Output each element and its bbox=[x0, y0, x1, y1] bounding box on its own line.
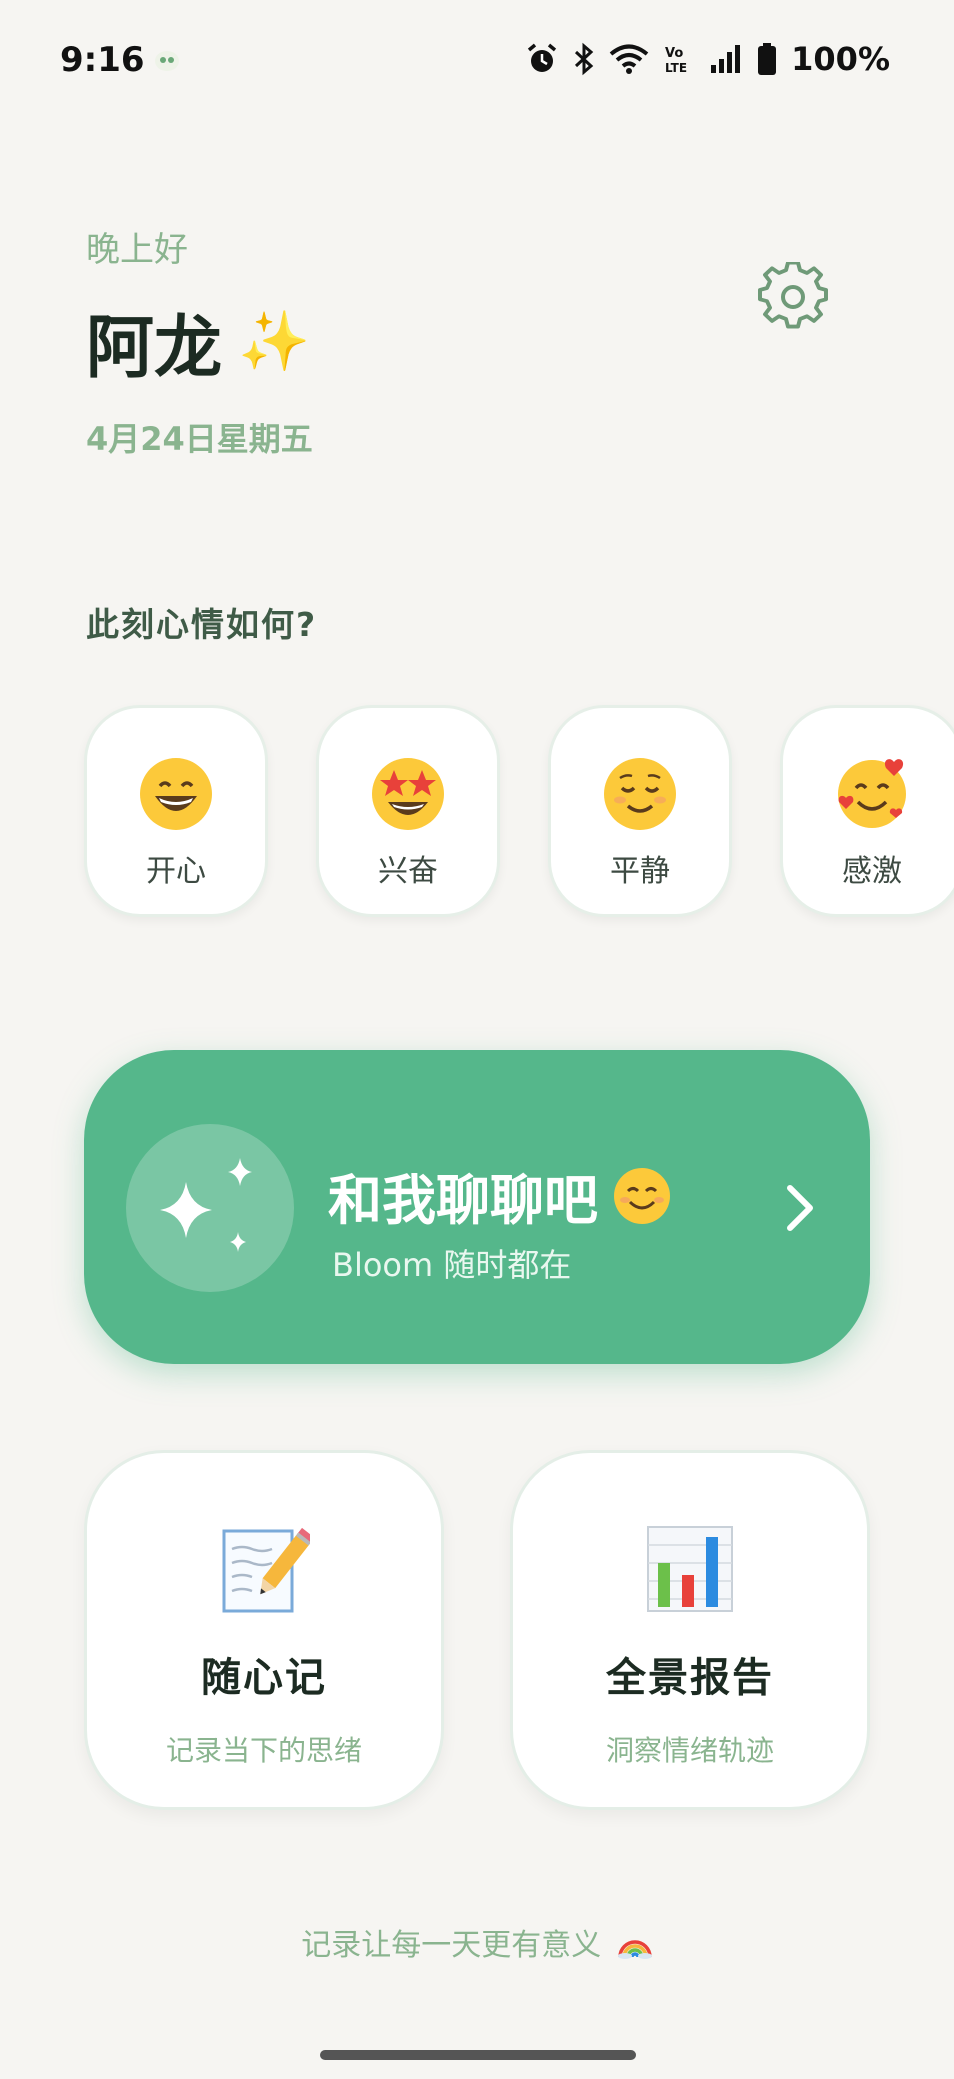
chat-title-text: 和我聊聊吧 bbox=[328, 1169, 598, 1232]
user-name-text: 阿龙 bbox=[86, 309, 223, 388]
mood-card-excited[interactable]: 兴奋 bbox=[316, 705, 500, 917]
relieved-face-icon bbox=[604, 758, 676, 830]
journal-card[interactable]: 随心记 记录当下的思绪 bbox=[84, 1450, 444, 1810]
settings-gear-icon[interactable] bbox=[758, 262, 828, 332]
mood-card-grateful[interactable]: 感激 bbox=[780, 705, 954, 917]
mood-label: 平静 bbox=[610, 854, 670, 889]
user-name: 阿龙 ✨ bbox=[86, 292, 310, 391]
wifi-icon bbox=[609, 44, 649, 74]
home-indicator[interactable] bbox=[320, 2050, 636, 2060]
mood-card-happy[interactable]: 开心 bbox=[84, 705, 268, 917]
notification-app-icon bbox=[155, 51, 179, 71]
chat-card[interactable]: 和我聊聊吧 Bloom 随时都在 bbox=[84, 1050, 870, 1364]
chat-title: 和我聊聊吧 bbox=[328, 1156, 672, 1235]
svg-text:LTE: LTE bbox=[665, 61, 687, 75]
mood-label: 兴奋 bbox=[378, 854, 438, 889]
sparkles-icon bbox=[160, 1158, 252, 1252]
battery-icon bbox=[758, 43, 777, 75]
mood-label: 感激 bbox=[842, 854, 902, 889]
feature-title: 随心记 bbox=[201, 1655, 327, 1701]
svg-text:Vo: Vo bbox=[665, 46, 683, 61]
footer-text: 记录让每一天更有意义 bbox=[301, 1928, 602, 1963]
grinning-face-icon bbox=[140, 758, 212, 830]
memo-icon bbox=[222, 1527, 310, 1613]
sparkles-icon: ✨ bbox=[238, 307, 311, 375]
alarm-icon bbox=[528, 43, 557, 72]
rainbow-icon bbox=[617, 1940, 652, 1959]
mood-card-calm[interactable]: 平静 bbox=[548, 705, 732, 917]
chat-subtitle: Bloom 随时都在 bbox=[332, 1246, 572, 1284]
battery-percent: 100% bbox=[791, 40, 890, 78]
signal-icon bbox=[711, 45, 741, 73]
status-time: 9:16 bbox=[60, 40, 145, 80]
mood-question: 此刻心情如何? bbox=[86, 605, 318, 644]
chevron-right-icon bbox=[787, 1185, 813, 1231]
smiling-face-with-hearts-icon bbox=[838, 759, 906, 828]
volte-icon: Vo LTE bbox=[665, 46, 687, 75]
footer-tagline: 记录让每一天更有意义 bbox=[0, 1920, 954, 1964]
mood-label: 开心 bbox=[146, 854, 206, 889]
feature-title: 全景报告 bbox=[606, 1655, 774, 1701]
status-icons: Vo LTE 100% bbox=[525, 40, 890, 78]
greeting-text: 晚上好 bbox=[86, 230, 188, 270]
star-struck-face-icon bbox=[372, 758, 444, 830]
report-card[interactable]: 全景报告 洞察情绪轨迹 bbox=[510, 1450, 870, 1810]
bluetooth-icon bbox=[575, 42, 594, 76]
mood-list: 开心 兴奋 平静 感激 bbox=[84, 705, 954, 921]
feature-subtitle: 记录当下的思绪 bbox=[165, 1734, 362, 1767]
bar-chart-icon bbox=[647, 1526, 733, 1612]
feature-subtitle: 洞察情绪轨迹 bbox=[605, 1734, 774, 1767]
date-text: 4月24日星期五 bbox=[86, 420, 313, 458]
smiling-face-icon bbox=[614, 1167, 670, 1224]
chat-avatar bbox=[126, 1124, 294, 1292]
